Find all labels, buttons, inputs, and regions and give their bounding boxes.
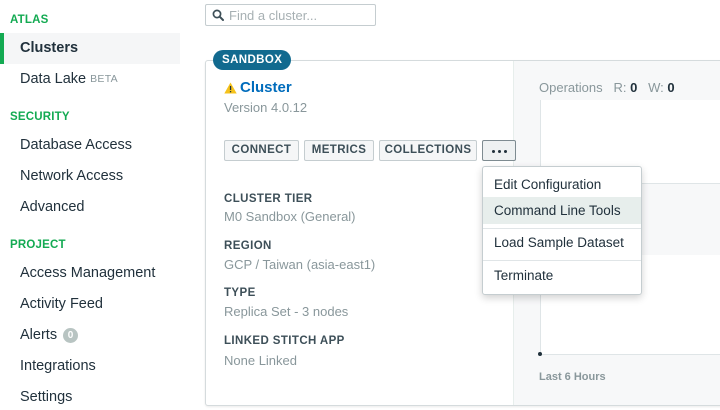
connect-button[interactable]: CONNECT [224,140,299,161]
sidebar-item-database-access[interactable]: Database Access [0,130,180,161]
sidebar-item-access-management[interactable]: Access Management [0,258,180,289]
region-value: GCP / Taiwan (asia-east1) [224,257,376,272]
search-input[interactable] [229,6,373,24]
reads-label: R: [613,80,627,95]
menu-item-load-sample-dataset[interactable]: Load Sample Dataset [483,229,641,256]
metrics-button[interactable]: METRICS [304,140,374,161]
reads-value: 0 [630,80,638,95]
cluster-search[interactable] [205,4,376,26]
operations-label: Operations [539,80,603,95]
sidebar-item-clusters[interactable]: Clusters [0,33,180,64]
section-title-project: PROJECT [10,239,66,251]
warning-icon [224,82,237,94]
alerts-count-badge: 0 [63,328,79,343]
ellipsis-dot [504,150,507,153]
sidebar-item-label: Integrations [20,358,96,374]
sidebar-item-label: Settings [20,389,73,405]
writes-label: W: [648,80,664,95]
sidebar-item-alerts[interactable]: Alerts 0 [0,320,180,351]
sidebar-item-advanced[interactable]: Advanced [0,192,180,223]
beta-badge: BETA [90,73,118,85]
sandbox-badge: SANDBOX [213,50,292,70]
linked-stitch-app-value: None Linked [224,353,297,368]
section-title-atlas: ATLAS [10,14,49,26]
sidebar-item-data-lake[interactable]: Data Lake BETA [0,64,180,95]
type-value: Replica Set - 3 nodes [224,304,349,319]
cluster-tier-label: CLUSTER TIER [224,193,313,205]
collections-button[interactable]: COLLECTIONS [379,140,477,161]
menu-item-terminate[interactable]: Terminate [483,262,641,289]
sidebar-item-label: Alerts [20,327,58,343]
sidebar-item-label: Clusters [20,40,79,56]
cluster-name-link[interactable]: Cluster [240,79,292,96]
sidebar-item-label: Data Lake [20,71,87,87]
search-icon [212,9,224,21]
chart-point [538,352,542,356]
writes-value: 0 [667,80,675,95]
cluster-version: Version 4.0.12 [224,100,308,115]
region-label: REGION [224,240,272,252]
ellipsis-dot [498,150,501,153]
operations-title: Operations R: 0 W: 0 [539,80,675,95]
sidebar-item-label: Activity Feed [20,296,103,312]
type-label: TYPE [224,287,256,299]
menu-item-command-line-tools[interactable]: Command Line Tools [483,197,641,224]
sidebar-item-label: Access Management [20,265,156,281]
linked-stitch-app-label: LINKED STITCH APP [224,335,345,347]
section-title-security: SECURITY [10,111,70,123]
cluster-options-menu: Edit Configuration Command Line Tools Lo… [482,166,642,295]
more-options-button[interactable] [482,140,516,161]
sidebar-item-label: Network Access [20,168,124,184]
sidebar-item-label: Database Access [20,137,133,153]
sidebar-item-activity-feed[interactable]: Activity Feed [0,289,180,320]
sidebar-item-integrations[interactable]: Integrations [0,351,180,382]
sidebar-item-network-access[interactable]: Network Access [0,161,180,192]
chart-timeframe-label: Last 6 Hours [539,371,606,383]
ellipsis-icon [492,150,495,153]
sidebar: ATLAS Clusters Data Lake BETA SECURITY Da… [0,0,180,410]
sidebar-item-settings[interactable]: Settings [0,382,180,410]
menu-item-edit-configuration[interactable]: Edit Configuration [483,171,641,198]
sidebar-item-label: Advanced [20,199,85,215]
menu-divider [483,260,641,261]
cluster-tier-value: M0 Sandbox (General) [224,209,356,224]
